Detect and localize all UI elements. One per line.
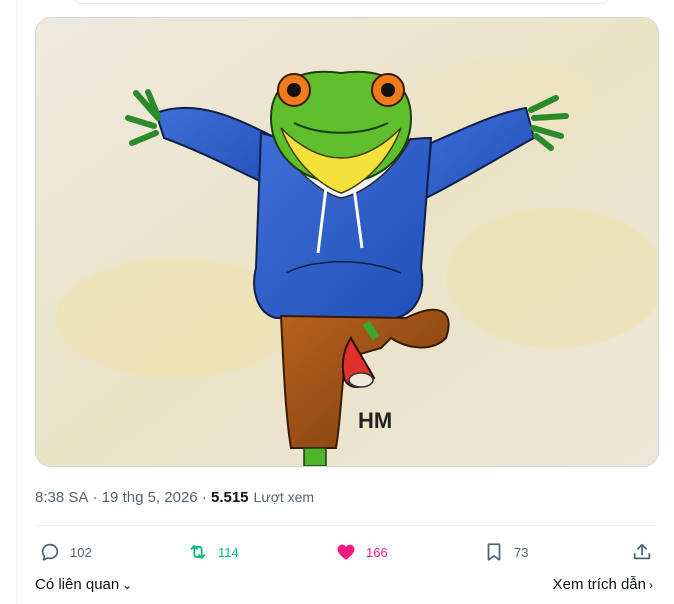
- view-quotes-link[interactable]: Xem trích dẫn ›: [553, 576, 653, 593]
- previous-element-edge: [70, 0, 612, 4]
- like-icon: [337, 544, 355, 560]
- frog-drawing: HM: [36, 18, 658, 466]
- like-button[interactable]: 166: [335, 536, 388, 568]
- related-toggle[interactable]: Có liên quan ⌄: [35, 576, 132, 593]
- tweet-image[interactable]: HM: [35, 17, 659, 467]
- reply-icon: [41, 543, 59, 561]
- timeline-left-border: [16, 0, 17, 604]
- share-icon: [633, 543, 651, 560]
- meta-separator: ·: [88, 488, 102, 506]
- reply-button[interactable]: 102: [39, 536, 92, 568]
- share-button[interactable]: [631, 536, 653, 568]
- reply-count: 102: [70, 544, 92, 560]
- chevron-right-icon: ›: [649, 577, 653, 592]
- artist-signature: HM: [358, 408, 392, 433]
- chevron-down-icon: ⌄: [122, 577, 133, 592]
- views-label: Lượt xem: [253, 489, 315, 505]
- tweet-footer: Có liên quan ⌄ Xem trích dẫn ›: [35, 576, 657, 598]
- tweet-actions: 102 114 166 73: [35, 536, 657, 568]
- retweet-count: 114: [218, 544, 239, 560]
- meta-separator-2: ·: [197, 488, 211, 506]
- bookmark-icon: [487, 543, 501, 561]
- quotes-label: Xem trích dẫn: [552, 576, 646, 593]
- like-count: 166: [366, 544, 388, 560]
- tweet-date[interactable]: 19 thg 5, 2026: [102, 489, 198, 506]
- divider-top: [35, 525, 657, 526]
- bookmark-count: 73: [514, 544, 529, 560]
- tweet-meta: 8:38 SA · 19 thg 5, 2026 · 5.515 Lượt xe…: [35, 487, 314, 507]
- retweet-icon: [190, 545, 206, 559]
- bookmark-button[interactable]: 73: [483, 536, 528, 568]
- retweet-button[interactable]: 114: [187, 536, 239, 568]
- related-label: Có liên quan: [35, 576, 120, 593]
- tweet-time[interactable]: 8:38 SA: [35, 489, 88, 506]
- views-count: 5.515: [210, 488, 249, 506]
